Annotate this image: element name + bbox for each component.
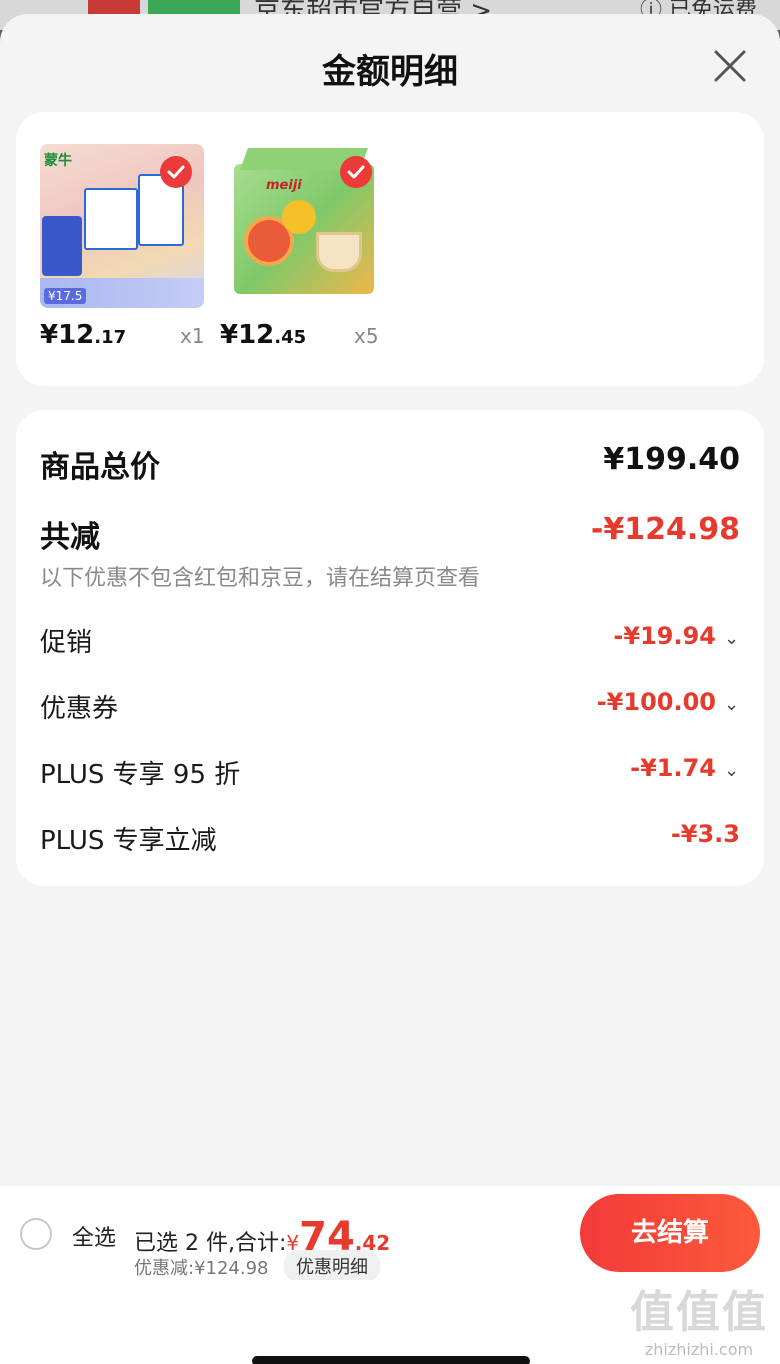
promotion-value: -¥19.94 [613,622,716,650]
select-all-label[interactable]: 全选 [72,1220,116,1252]
total-value: ¥199.40 [603,442,740,477]
amount-detail-sheet: 金额明细 蒙牛 ¥17.5 ¥12.17 x1 meiji ¥12.45 x5 … [0,14,780,1364]
product-qty: x5 [354,324,379,348]
discount-amount: 优惠减:¥124.98 [134,1258,269,1279]
site-watermark: 值值值 zhizhizhi.com [630,1287,768,1359]
discount-detail-link[interactable]: 优惠明细 [284,1250,380,1282]
product-price: ¥12.45 [220,320,307,350]
price-summary-card: 商品总价 ¥199.40 共减 -¥124.98 以下优惠不包含红包和京豆，请在… [16,410,764,886]
sheet-title: 金额明细 [322,52,458,92]
discount-note: 以下优惠不包含红包和京豆，请在结算页查看 [40,566,481,591]
product-image[interactable]: meiji [220,144,384,308]
plus-reduce-value: -¥3.3 [670,820,740,848]
product-check[interactable] [160,156,192,188]
promotion-label: 促销 [40,628,93,658]
home-indicator[interactable] [252,1356,530,1364]
total-label: 商品总价 [40,450,160,485]
coupon-label: 优惠券 [40,694,119,724]
product-item[interactable]: meiji ¥12.45 x5 [220,144,384,350]
reduce-label: 共减 [40,520,100,555]
thumb-price-tag: ¥17.5 [44,288,87,304]
plus-discount-label: PLUS 专享 95 折 [40,760,241,790]
product-qty: x1 [180,324,205,348]
checkout-bar: 全选 已选 2 件,合计:¥74.42 优惠减:¥124.98 优惠明细 去结算 [0,1186,780,1282]
product-price: ¥12.17 [40,320,127,350]
brand-logo: meiji [266,178,302,193]
coupon-value: -¥100.00 [596,688,716,716]
chevron-down-icon[interactable]: ⌄ [724,694,740,715]
checkmark-icon [167,165,185,179]
product-check[interactable] [340,156,372,188]
product-item[interactable]: 蒙牛 ¥17.5 ¥12.17 x1 [40,144,205,350]
plus-reduce-label: PLUS 专享立减 [40,826,217,856]
chevron-down-icon[interactable]: ⌄ [724,628,740,649]
reduce-value: -¥124.98 [590,512,740,547]
close-button[interactable] [710,46,750,86]
product-image[interactable]: 蒙牛 ¥17.5 [40,144,204,308]
checkmark-icon [347,165,365,179]
brand-logo: 蒙牛 [44,153,72,169]
checkout-button[interactable]: 去结算 [580,1194,760,1272]
products-card: 蒙牛 ¥17.5 ¥12.17 x1 meiji ¥12.45 x5 [16,112,764,386]
select-all-radio[interactable] [20,1218,52,1250]
chevron-down-icon[interactable]: ⌄ [724,760,740,781]
close-icon [714,50,746,82]
plus-discount-value: -¥1.74 [630,754,716,782]
